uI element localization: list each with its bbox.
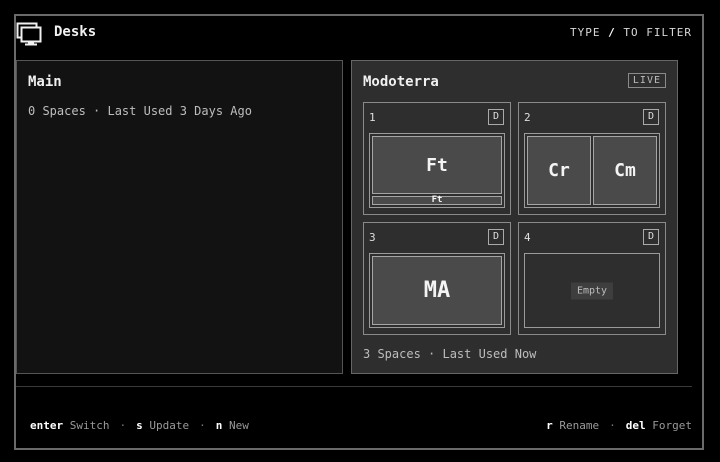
window-thumb[interactable]: Cm	[593, 136, 657, 205]
space-tile-1[interactable]: 1 D Ft Ft	[363, 102, 511, 215]
space-badge: D	[488, 229, 504, 245]
space-badge: D	[643, 229, 659, 245]
separator: ·	[609, 419, 616, 432]
window-thumb[interactable]: Ft	[372, 136, 502, 194]
space-badge: D	[643, 109, 659, 125]
footer-divider	[16, 386, 692, 387]
shortcut-new[interactable]: n New	[216, 419, 249, 432]
desk-card-main[interactable]: Main 0 Spaces · Last Used 3 Days Ago	[16, 60, 343, 374]
shortcut-rename[interactable]: r Rename	[546, 419, 599, 432]
desk-meta: 0 Spaces · Last Used 3 Days Ago	[28, 104, 252, 118]
header: Desks TYPE / TO FILTER	[16, 22, 692, 50]
space-tile-4[interactable]: 4 D Empty	[518, 222, 666, 335]
shortcut-switch[interactable]: enter Switch	[30, 419, 110, 432]
desk-meta: 3 Spaces · Last Used Now	[363, 347, 537, 361]
empty-label: Empty	[570, 282, 614, 299]
live-badge: LIVE	[627, 73, 666, 88]
space-number: 1	[369, 111, 376, 124]
space-number: 2	[524, 111, 531, 124]
shortcut-forget[interactable]: del Forget	[626, 419, 692, 432]
window-thumb[interactable]: MA	[372, 256, 502, 325]
monitor-icon	[16, 22, 42, 46]
space-preview: Ft Ft	[369, 133, 505, 208]
window-thumb[interactable]: Cr	[527, 136, 591, 205]
space-badge: D	[488, 109, 504, 125]
space-tile-3[interactable]: 3 D MA	[363, 222, 511, 335]
window-strip[interactable]: Ft	[372, 196, 502, 205]
space-preview: Cr Cm	[524, 133, 660, 208]
desk-card-modoterra[interactable]: Modoterra LIVE 1 D Ft Ft 2 D Cr Cm 3 D M…	[351, 60, 678, 374]
desk-name: Modoterra	[363, 74, 439, 90]
space-number: 4	[524, 231, 531, 244]
space-tile-2[interactable]: 2 D Cr Cm	[518, 102, 666, 215]
filter-hint: TYPE / TO FILTER	[570, 26, 692, 39]
separator: ·	[119, 419, 127, 432]
desk-name: Main	[28, 74, 62, 90]
space-number: 3	[369, 231, 376, 244]
separator: ·	[199, 419, 206, 432]
space-preview: Empty	[524, 253, 660, 328]
page-title: Desks	[54, 24, 97, 40]
shortcut-update[interactable]: s Update	[136, 419, 189, 432]
space-preview: MA	[369, 253, 505, 328]
